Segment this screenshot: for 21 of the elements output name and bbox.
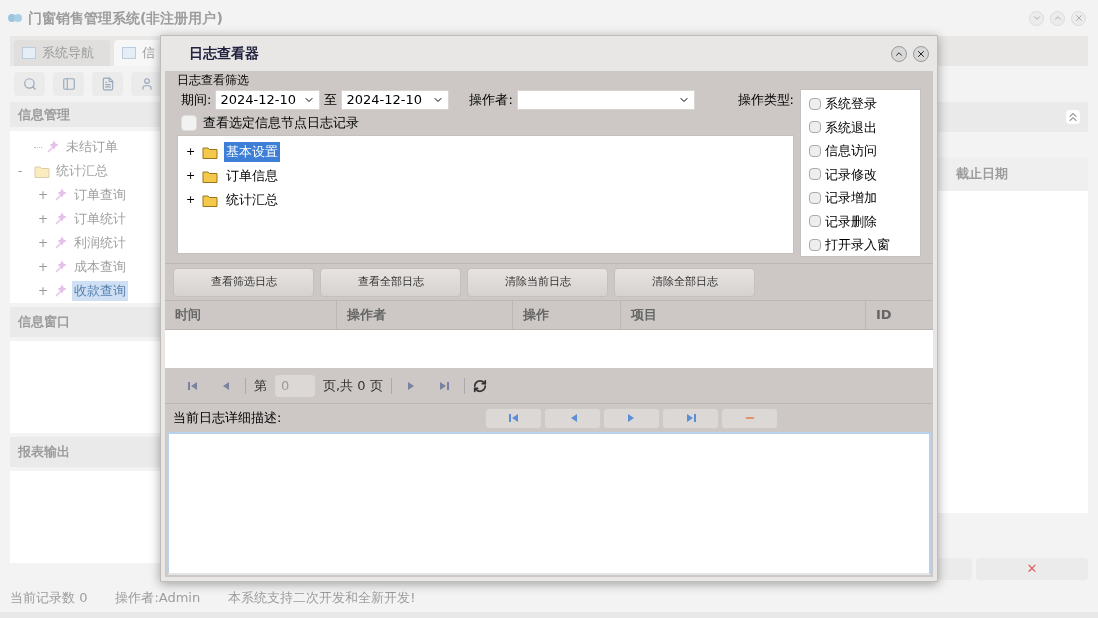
checkbox-label: 系统登录 [825, 95, 877, 113]
page-label: 第 [254, 376, 267, 395]
checkbox-label: 记录增加 [825, 189, 877, 207]
period-label: 期间: [181, 91, 212, 110]
op-type-label: 操作类型: [737, 91, 794, 110]
status-text: 操作者:Admin [115, 589, 201, 608]
checkbox-label: 打开录入窗 [825, 236, 890, 254]
checkbox-label: 记录修改 [825, 165, 877, 184]
checkbox-label: 信息访问 [825, 142, 877, 160]
group-label: 日志查看筛选 [177, 72, 250, 89]
operator-label: 操作者: [469, 91, 513, 110]
to-label: 至 [324, 91, 338, 110]
checkbox-label: 系统退出 [825, 118, 877, 137]
status-text: 本系统支持二次开发和全新开发! [228, 589, 416, 608]
status-text: 当前记录数 0 [10, 589, 88, 608]
dialog-title: 日志查看器 [189, 44, 259, 63]
page-total: 页,共 0 页 [323, 376, 383, 395]
checkbox-label: 记录删除 [825, 212, 877, 231]
window-title: 门窗销售管理系统(非注册用户) [28, 8, 223, 28]
detail-label: 当前日志详细描述: [173, 409, 283, 428]
checkbox-label: 查看选定信息节点日志记录 [203, 114, 359, 133]
